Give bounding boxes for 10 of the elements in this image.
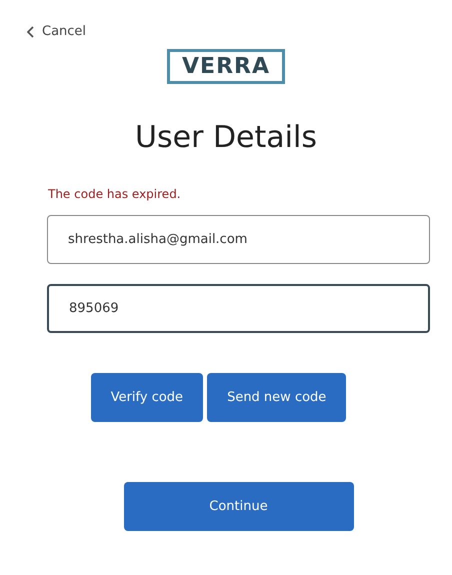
input-field[interactable]: 895069 [47, 284, 430, 333]
cancel-link[interactable]: Cancel [27, 24, 86, 39]
code-button[interactable]: Verify code [90, 373, 204, 422]
verra-logo: VERRA [167, 49, 285, 84]
back-chevron-icon [27, 26, 34, 38]
continue-button[interactable]: Continue [124, 482, 354, 531]
input-field[interactable]: shrestha.alisha@gmail.com [47, 215, 430, 264]
error-message: The code has expired. [48, 187, 182, 201]
page-title: User Details [134, 120, 318, 155]
code-button[interactable]: Send new code [207, 373, 346, 422]
